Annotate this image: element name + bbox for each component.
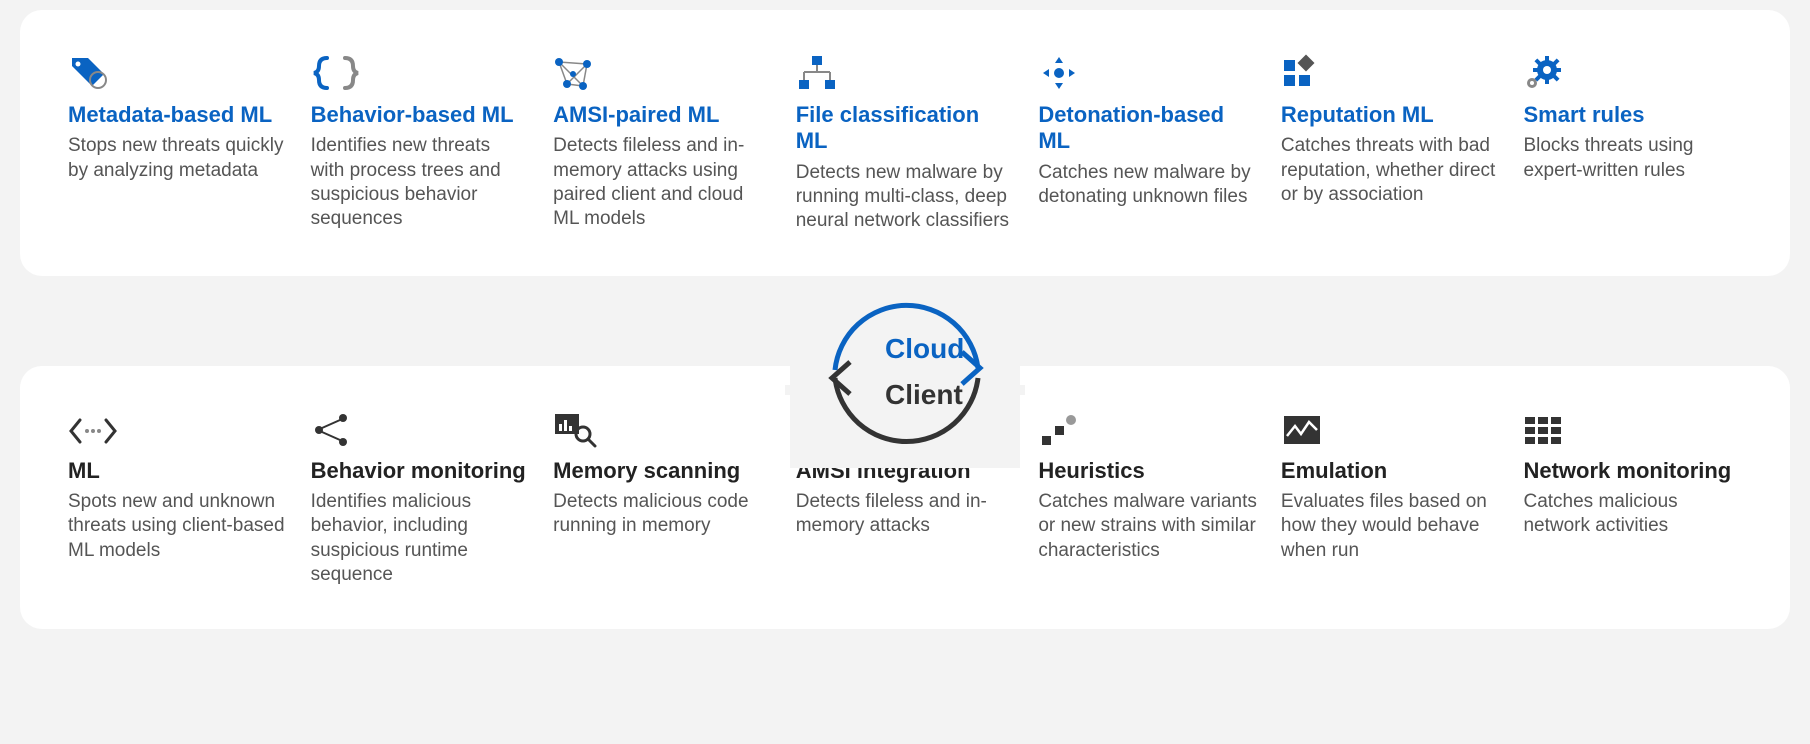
- grid-wall-icon: [1523, 408, 1742, 448]
- client-item-heuristics: Heuristics Catches malware variants or n…: [1038, 408, 1257, 588]
- client-item-network-monitoring: Network monitoring Catches malicious net…: [1523, 408, 1742, 588]
- activity-chart-icon: [1281, 408, 1500, 448]
- tiles-diamond-icon: [1281, 52, 1500, 92]
- item-title: Detonation-based ML: [1038, 102, 1257, 155]
- share-icon: [311, 408, 530, 448]
- item-title: Reputation ML: [1281, 102, 1500, 128]
- svg-text:Cloud: Cloud: [885, 333, 964, 364]
- item-desc: Catches new malware by detonating unknow…: [1038, 161, 1257, 210]
- client-item-memory-scanning: Memory scanning Detects malicious code r…: [553, 408, 772, 588]
- cloud-item-detonation: Detonation-based ML Catches new malware …: [1038, 52, 1257, 234]
- steps-dot-icon: [1038, 408, 1257, 448]
- item-title: Behavior-based ML: [311, 102, 530, 128]
- cloud-item-file-classification: File classification ML Detects new malwa…: [796, 52, 1015, 234]
- item-title: AMSI-paired ML: [553, 102, 772, 128]
- cycle-arrows-icon: Cloud Client: [790, 278, 1020, 468]
- client-item-ml: ML Spots new and unknown threats using c…: [68, 408, 287, 588]
- item-title: ML: [68, 458, 287, 484]
- move-focus-icon: [1038, 52, 1257, 92]
- item-title: Heuristics: [1038, 458, 1257, 484]
- tag-icon: [68, 52, 287, 92]
- cloud-item-amsi: AMSI-paired ML Detects fileless and in-m…: [553, 52, 772, 234]
- item-title: Network monitoring: [1523, 458, 1742, 484]
- item-desc: Identifies new threats with process tree…: [311, 134, 530, 231]
- braces-icon: [311, 52, 530, 92]
- svg-text:Client: Client: [885, 379, 963, 410]
- item-desc: Detects malicious code running in memory: [553, 490, 772, 539]
- client-item-behavior-monitoring: Behavior monitoring Identifies malicious…: [311, 408, 530, 588]
- chart-magnify-icon: [553, 408, 772, 448]
- cloud-item-reputation: Reputation ML Catches threats with bad r…: [1281, 52, 1500, 234]
- client-item-emulation: Emulation Evaluates files based on how t…: [1281, 408, 1500, 588]
- item-desc: Evaluates files based on how they would …: [1281, 490, 1500, 563]
- cloud-item-metadata: Metadata-based ML Stops new threats quic…: [68, 52, 287, 234]
- network-graph-icon: [553, 52, 772, 92]
- item-desc: Spots new and unknown threats using clie…: [68, 490, 287, 563]
- gears-icon: [1523, 52, 1742, 92]
- item-desc: Detects fileless and in-memory attacks u…: [553, 134, 772, 231]
- item-desc: Stops new threats quickly by analyzing m…: [68, 134, 287, 183]
- item-title: Metadata-based ML: [68, 102, 287, 128]
- item-desc: Catches malware variants or new strains …: [1038, 490, 1257, 563]
- item-title: Smart rules: [1523, 102, 1742, 128]
- item-desc: Catches malicious network activities: [1523, 490, 1742, 539]
- hierarchy-icon: [796, 52, 1015, 92]
- cloud-item-smart-rules: Smart rules Blocks threats using expert-…: [1523, 52, 1742, 234]
- item-desc: Detects fileless and in-memory attacks: [796, 490, 1015, 539]
- item-desc: Blocks threats using expert-written rule…: [1523, 134, 1742, 183]
- item-desc: Catches threats with bad reputation, whe…: [1281, 134, 1500, 207]
- item-title: Memory scanning: [553, 458, 772, 484]
- item-desc: Detects new malware by running multi-cla…: [796, 161, 1015, 234]
- code-ellipsis-icon: [68, 408, 287, 448]
- cloud-panel: Metadata-based ML Stops new threats quic…: [20, 10, 1790, 276]
- item-desc: Identifies malicious behavior, including…: [311, 490, 530, 587]
- item-title: Behavior monitoring: [311, 458, 530, 484]
- cloud-item-behavior: Behavior-based ML Identifies new threats…: [311, 52, 530, 234]
- item-title: Emulation: [1281, 458, 1500, 484]
- item-title: File classification ML: [796, 102, 1015, 155]
